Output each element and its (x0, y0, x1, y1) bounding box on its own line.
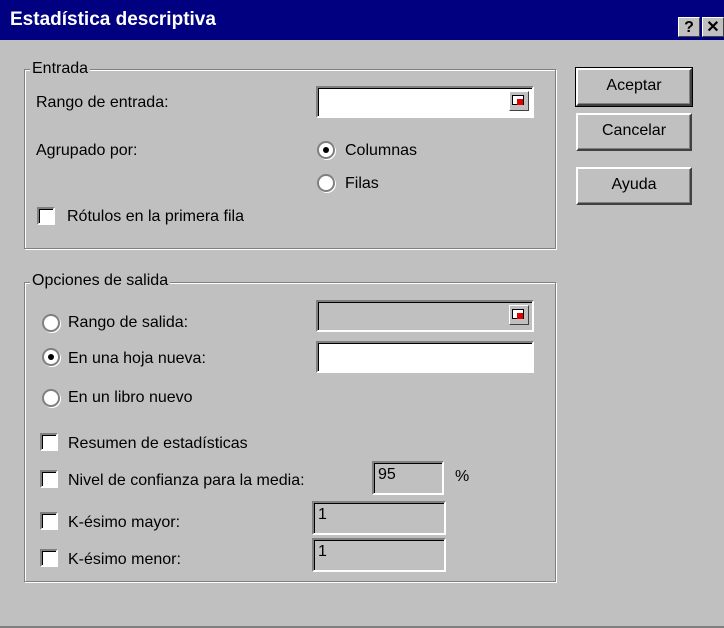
collapse-dialog-icon[interactable] (509, 305, 529, 325)
kth-largest-value: 1 (318, 506, 327, 523)
cancel-button[interactable]: Cancelar (576, 113, 692, 151)
output-range-label[interactable]: Rango de salida: (68, 314, 188, 332)
output-range-radio[interactable] (42, 314, 60, 332)
columns-label[interactable]: Columnas (345, 142, 417, 160)
summary-statistics-label[interactable]: Resumen de estadísticas (68, 435, 248, 453)
new-sheet-radio[interactable] (42, 348, 60, 366)
new-sheet-name-field[interactable] (316, 341, 534, 373)
ok-button[interactable]: Aceptar (575, 67, 693, 107)
collapse-dialog-icon[interactable] (509, 91, 529, 111)
grouped-by-label: Agrupado por: (36, 142, 138, 159)
output-group-legend: Opciones de salida (30, 272, 171, 290)
input-range-field[interactable] (316, 86, 534, 118)
help-button[interactable]: Ayuda (576, 167, 692, 205)
close-icon[interactable]: ✕ (702, 17, 724, 37)
new-book-radio[interactable] (42, 389, 60, 407)
new-book-label[interactable]: En un libro nuevo (68, 389, 193, 407)
percent-sign: % (455, 468, 470, 485)
kth-smallest-label[interactable]: K-ésimo menor: (68, 551, 181, 569)
dialog-title: Estadística descriptiva (10, 9, 216, 30)
kth-smallest-value: 1 (318, 543, 327, 560)
rows-radio[interactable] (317, 174, 335, 192)
kth-smallest-checkbox[interactable] (40, 549, 58, 567)
kth-largest-label[interactable]: K-ésimo mayor: (68, 514, 180, 532)
title-bar: Estadística descriptiva ? ✕ (0, 0, 724, 40)
confidence-level-label[interactable]: Nivel de confianza para la media: (68, 472, 305, 490)
summary-statistics-checkbox[interactable] (40, 433, 58, 451)
confidence-level-field[interactable]: 95 (372, 461, 444, 495)
new-sheet-label[interactable]: En una hoja nueva: (68, 350, 206, 368)
input-range-label: Rango de entrada: (36, 94, 169, 111)
labels-first-row-checkbox[interactable] (37, 207, 55, 225)
kth-largest-checkbox[interactable] (40, 512, 58, 530)
input-group-legend: Entrada (30, 60, 91, 78)
columns-radio[interactable] (317, 141, 335, 159)
help-icon[interactable]: ? (678, 17, 700, 37)
kth-largest-field[interactable]: 1 (312, 501, 446, 535)
output-range-field[interactable] (316, 300, 534, 332)
labels-first-row-label[interactable]: Rótulos en la primera fila (67, 208, 244, 226)
rows-label[interactable]: Filas (345, 175, 379, 193)
confidence-level-checkbox[interactable] (40, 470, 58, 488)
confidence-level-value: 95 (378, 466, 396, 483)
kth-smallest-field[interactable]: 1 (312, 538, 446, 572)
